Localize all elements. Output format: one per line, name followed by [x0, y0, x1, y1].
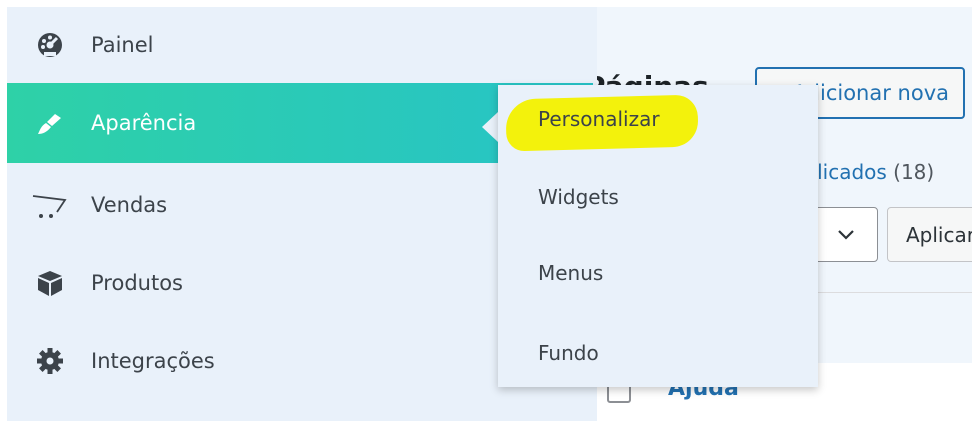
- flyout-pointer: [482, 112, 498, 142]
- paintbrush-icon: [38, 114, 61, 134]
- submenu-item-personalizar[interactable]: Personalizar: [538, 107, 660, 131]
- cart-icon: [32, 195, 67, 218]
- gear-icon: [37, 348, 63, 374]
- dashboard-icon: [38, 33, 62, 57]
- sidebar-item-label: Aparência: [91, 111, 197, 135]
- appearance-submenu: Personalizar Widgets Menus Fundo: [498, 85, 818, 387]
- chevron-down-icon: [838, 230, 854, 240]
- published-count: (18): [893, 160, 935, 184]
- submenu-item-fundo[interactable]: Fundo: [538, 341, 599, 365]
- box-icon: [38, 271, 62, 296]
- sidebar-item-label: Vendas: [91, 193, 168, 217]
- sidebar-item-label: Painel: [91, 33, 154, 57]
- sidebar-item-label: Integrações: [91, 349, 215, 373]
- submenu-item-widgets[interactable]: Widgets: [538, 185, 619, 209]
- submenu-item-menus[interactable]: Menus: [538, 261, 603, 285]
- apply-button[interactable]: Aplicar: [887, 207, 972, 262]
- sidebar-item-label: Produtos: [91, 271, 183, 295]
- sidebar-item-painel[interactable]: Painel: [7, 7, 593, 83]
